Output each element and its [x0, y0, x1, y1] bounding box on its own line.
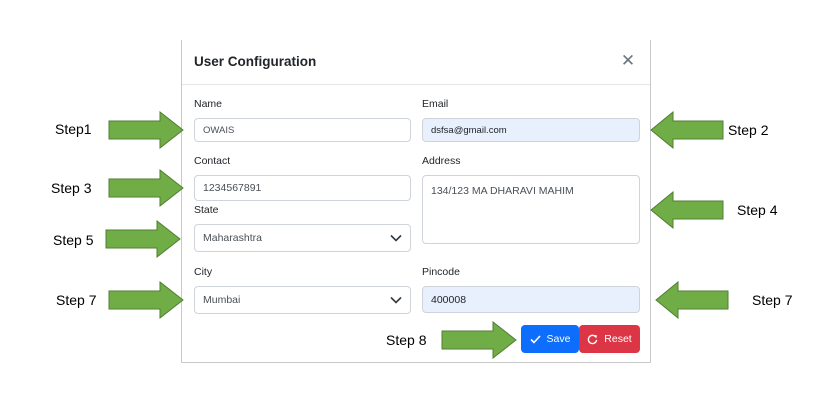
arrow-right-icon: [108, 169, 184, 207]
email-label: Email: [422, 98, 449, 110]
email-input[interactable]: dsfsa@gmail.com: [422, 118, 640, 142]
step8-label: Step 8: [386, 332, 427, 348]
state-label: State: [194, 204, 219, 216]
contact-value: 1234567891: [203, 182, 262, 194]
refresh-icon: [588, 334, 598, 344]
address-textarea[interactable]: 134/123 MA DHARAVI MAHIM: [422, 175, 640, 244]
reset-button-label: Reset: [604, 333, 632, 345]
step4-label: Step 4: [737, 202, 778, 218]
check-icon: [529, 334, 541, 344]
dialog-title: User Configuration: [194, 54, 317, 69]
save-button[interactable]: Save: [521, 325, 579, 353]
step2-label: Step 2: [728, 122, 769, 138]
address-value: 134/123 MA DHARAVI MAHIM: [431, 185, 574, 197]
user-configuration-dialog: User Configuration ✕ Name OWAIS Email ds…: [181, 40, 651, 363]
step7-left-label: Step 7: [56, 292, 97, 308]
arrow-right-icon: [108, 111, 184, 149]
arrow-right-icon: [108, 281, 184, 319]
close-icon[interactable]: ✕: [620, 52, 636, 69]
reset-button[interactable]: Reset: [579, 325, 640, 353]
contact-input[interactable]: 1234567891: [194, 175, 411, 201]
save-button-label: Save: [546, 333, 571, 345]
name-input[interactable]: OWAIS: [194, 118, 411, 142]
state-value: Maharashtra: [203, 232, 262, 244]
name-label: Name: [194, 98, 223, 110]
city-label: City: [194, 266, 213, 278]
step3-label: Step 3: [51, 180, 92, 196]
pincode-value: 400008: [431, 293, 467, 306]
pincode-input[interactable]: 400008: [422, 286, 640, 313]
contact-label: Contact: [194, 155, 231, 167]
state-select[interactable]: Maharashtra: [194, 224, 411, 252]
step1-label: Step1: [55, 121, 92, 137]
name-value: OWAIS: [203, 124, 235, 136]
arrow-right-icon: [441, 321, 517, 359]
arrow-right-icon: [105, 220, 181, 258]
arrow-left-icon: [655, 281, 729, 319]
city-select[interactable]: Mumbai: [194, 286, 411, 314]
arrow-left-icon: [650, 191, 724, 229]
email-value: dsfsa@gmail.com: [431, 124, 507, 136]
city-value: Mumbai: [203, 294, 241, 306]
pincode-label: Pincode: [422, 266, 460, 278]
arrow-left-icon: [650, 111, 724, 149]
step7-right-label: Step 7: [752, 292, 793, 308]
chevron-down-icon: [390, 234, 402, 242]
dialog-header: User Configuration ✕: [182, 40, 650, 85]
chevron-down-icon: [390, 296, 402, 304]
address-label: Address: [422, 155, 461, 167]
step5-label: Step 5: [53, 232, 94, 248]
